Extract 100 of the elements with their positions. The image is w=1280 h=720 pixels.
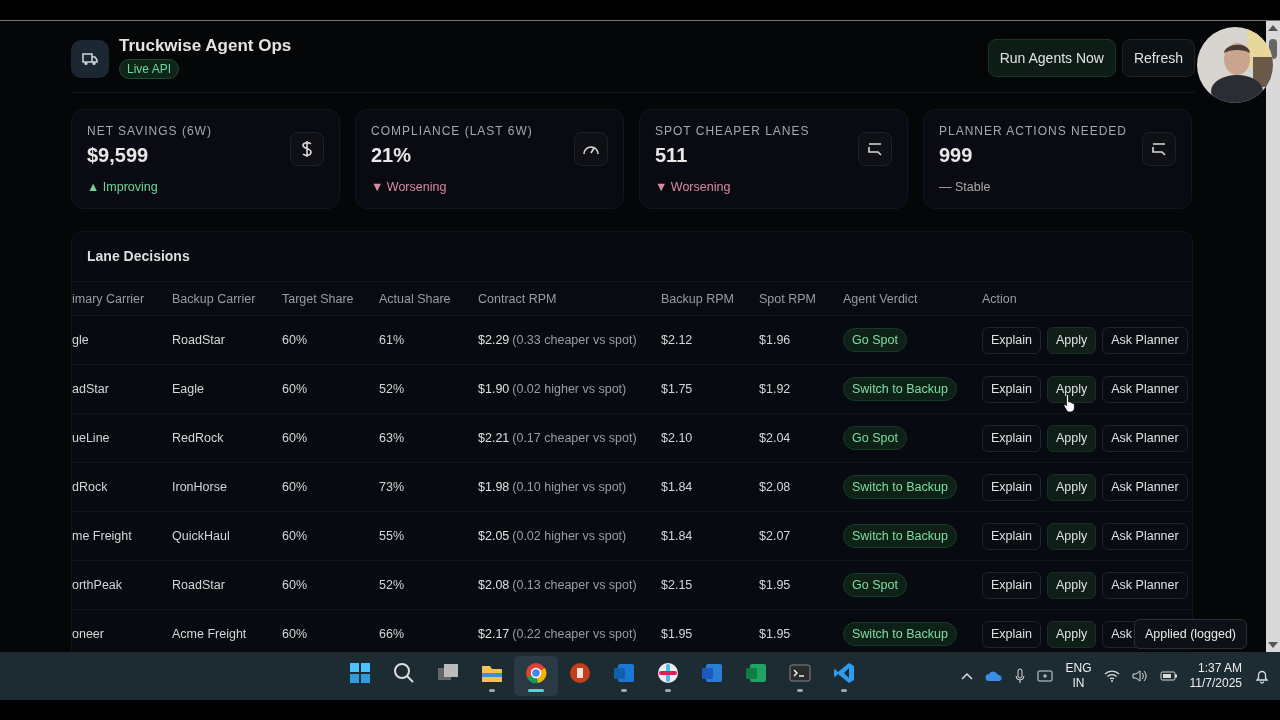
table-cell: 60% xyxy=(282,529,308,543)
ask-button[interactable]: Ask Planner xyxy=(1102,375,1188,403)
table-cell: oneer xyxy=(72,627,104,641)
table-cell: $2.08 xyxy=(759,480,791,494)
table-cell: $1.95 xyxy=(759,578,791,592)
table-cell: $1.98 (0.10 higher vs spot) xyxy=(478,480,627,494)
taskbar-app[interactable] xyxy=(514,656,558,696)
start-icon xyxy=(350,662,370,683)
apply-button[interactable]: Apply xyxy=(1047,620,1097,648)
explain-button[interactable]: Explain xyxy=(982,571,1041,599)
explain-button[interactable]: Explain xyxy=(982,375,1041,403)
column-header: Contract RPM xyxy=(478,291,557,306)
card-title: Lane Decisions xyxy=(87,248,190,264)
folder-icon xyxy=(482,665,502,682)
terminal-icon xyxy=(789,664,811,681)
table-cell: Acme Freight xyxy=(172,627,247,641)
truck-icon xyxy=(71,40,109,78)
column-header: Backup RPM xyxy=(661,291,734,306)
document-icon xyxy=(702,663,722,682)
table-cell: 60% xyxy=(282,333,308,347)
verdict-tag: Switch to Backup xyxy=(843,524,957,548)
table-cell: RoadStar xyxy=(172,333,225,347)
ask-button[interactable]: Ask Planner xyxy=(1102,473,1188,501)
apply-button[interactable]: Apply xyxy=(1047,571,1097,599)
mail-icon xyxy=(614,663,634,682)
apply-button[interactable]: Apply xyxy=(1047,375,1097,403)
kpi-value: 999 xyxy=(939,144,974,167)
bell-icon xyxy=(1254,668,1270,684)
table-cell: 60% xyxy=(282,480,308,494)
table-cell: $1.90 (0.02 higher vs spot) xyxy=(478,382,627,396)
table-cell: 52% xyxy=(379,382,405,396)
table-cell: 60% xyxy=(282,431,308,445)
table-cell: $2.12 xyxy=(661,333,693,347)
table-cell: $2.07 xyxy=(759,529,791,543)
table-cell: 60% xyxy=(282,382,308,396)
code-editor-icon xyxy=(834,662,854,683)
table-cell: $2.15 xyxy=(661,578,693,592)
table-cell: 61% xyxy=(379,333,405,347)
table-cell: 60% xyxy=(282,627,308,641)
refresh-button[interactable]: Refresh xyxy=(1121,39,1195,77)
trend-label: — Stable xyxy=(939,180,992,194)
battery-icon xyxy=(1159,670,1178,682)
ask-button[interactable]: Ask Planner xyxy=(1102,326,1188,354)
ask-button[interactable]: Ask Planner xyxy=(1102,522,1188,550)
table-cell: RedRock xyxy=(172,431,224,445)
table-cell: $2.05 (0.02 higher vs spot) xyxy=(478,529,627,543)
apply-button[interactable]: Apply xyxy=(1047,326,1097,354)
search-icon xyxy=(394,662,414,683)
table-cell: $1.95 xyxy=(661,627,693,641)
clock-date[interactable]: 11/7/2025 xyxy=(1189,676,1242,691)
run-button[interactable]: Run Agents Now xyxy=(987,39,1116,77)
table-cell: 63% xyxy=(379,431,405,445)
explain-button[interactable]: Explain xyxy=(982,522,1041,550)
scrollbar[interactable] xyxy=(1266,21,1280,652)
apply-button[interactable]: Apply xyxy=(1047,424,1097,452)
trend-label: ▼ Worsening xyxy=(371,180,448,194)
table-cell: $2.29 (0.33 cheaper vs spot) xyxy=(478,333,637,347)
slides-icon xyxy=(570,662,590,683)
kpi-value: 21% xyxy=(371,144,413,167)
dollar-icon xyxy=(301,140,313,158)
trend-label: ▼ Worsening xyxy=(655,180,732,194)
table-cell: adStar xyxy=(72,382,109,396)
status-badge: Live API xyxy=(119,59,180,79)
apply-button[interactable]: Apply xyxy=(1047,473,1097,501)
apply-button[interactable]: Apply xyxy=(1047,522,1097,550)
ask-button[interactable]: Ask Planner xyxy=(1102,424,1188,452)
table-cell: $1.84 xyxy=(661,529,693,543)
table-cell: ueLine xyxy=(72,431,110,445)
region-code[interactable]: IN xyxy=(1072,676,1085,691)
table-cell: RoadStar xyxy=(172,578,225,592)
verdict-tag: Go Spot xyxy=(843,426,907,450)
chat-app-icon xyxy=(658,662,678,683)
kpi-label: COMPLIANCE (LAST 6W) xyxy=(371,124,533,138)
verdict-tag: Go Spot xyxy=(843,573,907,597)
table-cell: orthPeak xyxy=(72,578,123,592)
column-header: Actual Share xyxy=(379,291,451,306)
table-cell: $1.84 xyxy=(661,480,693,494)
kpi-value: 511 xyxy=(655,144,689,167)
language-code[interactable]: ENG xyxy=(1065,661,1092,676)
table-cell: 52% xyxy=(379,578,405,592)
explain-button[interactable]: Explain xyxy=(982,326,1041,354)
cloud-icon xyxy=(985,670,1004,682)
windows-icon xyxy=(438,663,458,680)
table-cell: $1.96 xyxy=(759,333,791,347)
chevron-icon xyxy=(961,672,974,680)
ask-button[interactable]: Ask Planner xyxy=(1102,571,1188,599)
wifi-icon xyxy=(1103,670,1120,682)
explain-button[interactable]: Explain xyxy=(982,620,1041,648)
explain-button[interactable]: Explain xyxy=(982,473,1041,501)
table-cell: 73% xyxy=(379,480,405,494)
table-cell: $1.92 xyxy=(759,382,791,396)
table-cell: $2.10 xyxy=(661,431,693,445)
verdict-tag: Switch to Backup xyxy=(843,377,957,401)
explain-button[interactable]: Explain xyxy=(982,424,1041,452)
verdict-tag: Switch to Backup xyxy=(843,622,957,646)
table-cell: $2.04 xyxy=(759,431,791,445)
clock-time[interactable]: 1:37 AM xyxy=(1197,661,1242,676)
browser-icon xyxy=(526,662,547,683)
spreadsheet-icon xyxy=(746,663,766,682)
volume-icon xyxy=(1131,669,1148,683)
